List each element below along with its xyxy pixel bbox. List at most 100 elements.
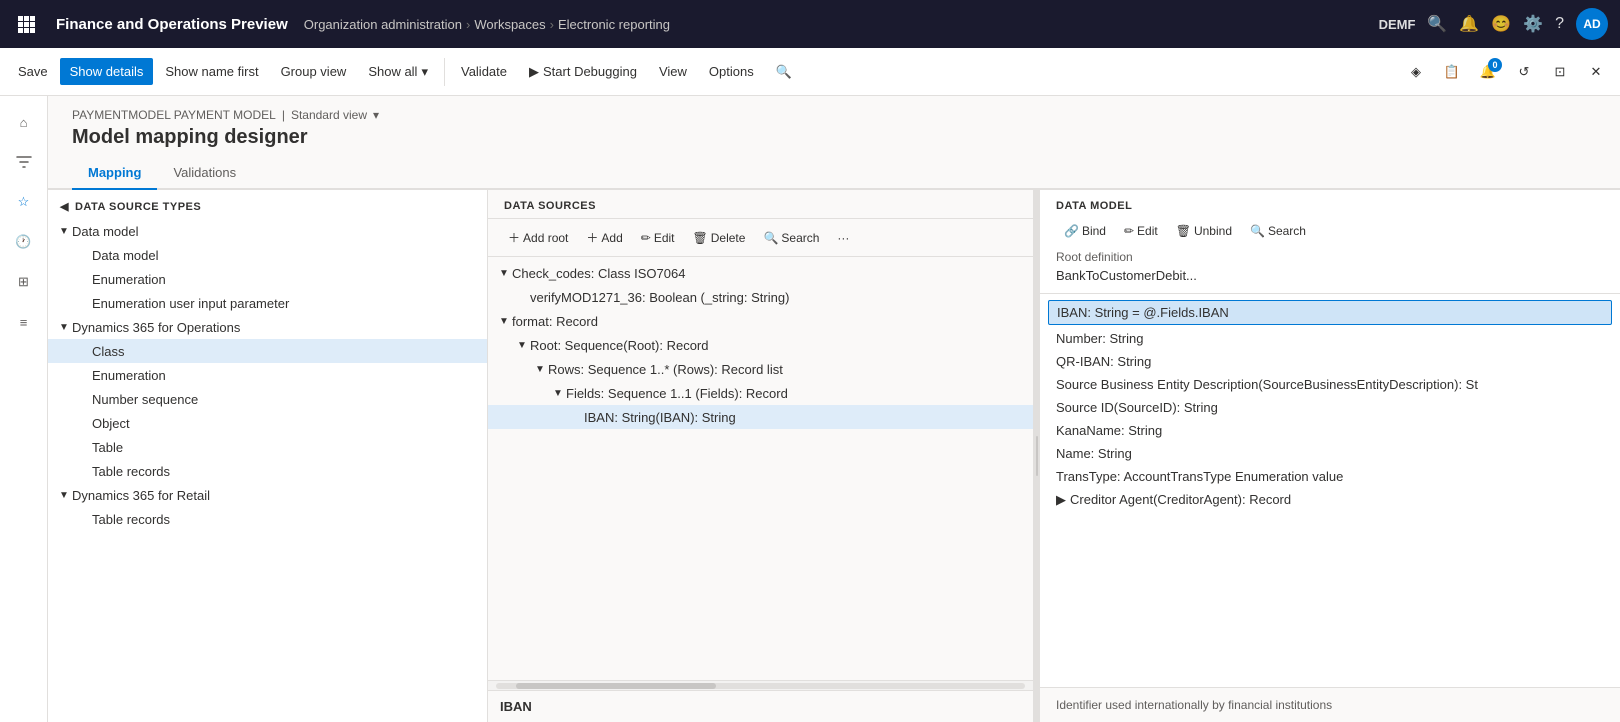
collapse-icon[interactable]: ◀	[60, 200, 69, 213]
datamodel-tree-item[interactable]: KanaName: String	[1040, 419, 1620, 442]
dm-expand-icon[interactable]: ▶	[1056, 492, 1066, 507]
expand-icon[interactable]: ▼	[550, 385, 566, 401]
edit-button[interactable]: ✏ Edit	[633, 227, 683, 249]
left-tree-item[interactable]: Data model	[48, 243, 487, 267]
side-nav-home[interactable]: ⌂	[6, 104, 42, 140]
datasource-tree-item[interactable]: ▼Rows: Sequence 1..* (Rows): Record list	[488, 357, 1033, 381]
view-chevron-icon[interactable]: ▾	[373, 108, 379, 122]
expand-icon[interactable]: ▼	[514, 337, 530, 353]
left-tree-item[interactable]: Object	[48, 411, 487, 435]
waffle-button[interactable]	[12, 10, 40, 38]
side-nav-star[interactable]: ☆	[6, 184, 42, 220]
toolbar-icon-2[interactable]: 📋	[1436, 56, 1468, 88]
dm-item-label: Name: String	[1056, 446, 1132, 461]
add-button[interactable]: ＋ Add	[578, 225, 630, 250]
datasource-tree-item[interactable]: verifyMOD1271_36: Boolean (_string: Stri…	[488, 285, 1033, 309]
left-tree-item[interactable]: Enumeration user input parameter	[48, 291, 487, 315]
breadcrumb-view[interactable]: Standard view	[291, 108, 367, 122]
settings-icon[interactable]: ⚙️	[1523, 14, 1543, 34]
show-all-button[interactable]: Show all ▾	[358, 58, 438, 86]
left-tree-item[interactable]: ▼Dynamics 365 for Retail	[48, 483, 487, 507]
breadcrumb-workspaces[interactable]: Workspaces	[474, 17, 545, 32]
tree-item-label: Table records	[92, 464, 475, 479]
content-area: PAYMENTMODEL PAYMENT MODEL | Standard vi…	[48, 96, 1620, 722]
bind-button[interactable]: 🔗 Bind	[1056, 220, 1114, 242]
search-datasource-button[interactable]: 🔍 Search	[755, 227, 827, 249]
side-nav-filter[interactable]	[6, 144, 42, 180]
breadcrumb-er[interactable]: Electronic reporting	[558, 17, 670, 32]
left-tree-item[interactable]: ▼Data model	[48, 219, 487, 243]
delete-button[interactable]: 🗑 Delete	[685, 227, 754, 249]
unbind-button[interactable]: 🗑 Unbind	[1168, 220, 1240, 242]
dm-item-label: Creditor Agent(CreditorAgent): Record	[1070, 492, 1291, 507]
show-name-first-button[interactable]: Show name first	[155, 58, 268, 85]
dm-selected-item[interactable]: IBAN: String = @.Fields.IBAN	[1048, 300, 1612, 325]
more-button[interactable]: ···	[829, 227, 857, 249]
save-button[interactable]: Save	[8, 58, 58, 85]
tab-mapping[interactable]: Mapping	[72, 157, 157, 190]
left-tree-item[interactable]: ▼Dynamics 365 for Operations	[48, 315, 487, 339]
show-details-button[interactable]: Show details	[60, 58, 154, 85]
datamodel-tree-item[interactable]: Source ID(SourceID): String	[1040, 396, 1620, 419]
side-nav-history[interactable]: 🕐	[6, 224, 42, 260]
datamodel-tree-item[interactable]: QR-IBAN: String	[1040, 350, 1620, 373]
expand-icon[interactable]: ▼	[56, 223, 72, 239]
datamodel-tree-item[interactable]: ▶ Creditor Agent(CreditorAgent): Record	[1040, 488, 1620, 512]
left-tree-item[interactable]: Table	[48, 435, 487, 459]
scroll-thumb	[516, 683, 716, 689]
datamodel-tree-item[interactable]: TransType: AccountTransType Enumeration …	[1040, 465, 1620, 488]
datasource-tree-item[interactable]: ▼Check_codes: Class ISO7064	[488, 261, 1033, 285]
view-button[interactable]: View	[649, 58, 697, 85]
datasource-tree-item[interactable]: ▼Fields: Sequence 1..1 (Fields): Record	[488, 381, 1033, 405]
side-nav-workspace[interactable]: ⊞	[6, 264, 42, 300]
search-nav-icon[interactable]: 🔍	[1427, 14, 1447, 34]
datasource-tree-item[interactable]: IBAN: String(IBAN): String	[488, 405, 1033, 429]
breadcrumb-org[interactable]: Organization administration	[304, 17, 462, 32]
tree-item-label: Table records	[92, 512, 475, 527]
left-tree-item[interactable]: Table records	[48, 459, 487, 483]
dm-search-button[interactable]: 🔍 Search	[1242, 220, 1314, 242]
user-avatar[interactable]: AD	[1576, 8, 1608, 40]
datasource-tree-item[interactable]: ▼format: Record	[488, 309, 1033, 333]
dm-edit-button[interactable]: ✏ Edit	[1116, 220, 1166, 242]
horizontal-scrollbar[interactable]	[488, 680, 1033, 690]
expand-icon[interactable]: ▼	[56, 487, 72, 503]
left-tree-item[interactable]: Enumeration	[48, 267, 487, 291]
toolbar-search-button[interactable]: 🔍	[766, 58, 802, 86]
options-button[interactable]: Options	[699, 58, 764, 85]
expand-icon[interactable]: ▼	[56, 319, 72, 335]
datamodel-header: DATA MODEL 🔗 Bind ✏ Edit 🗑 Unbind	[1040, 190, 1620, 293]
validate-button[interactable]: Validate	[451, 58, 517, 85]
expand-icon[interactable]: ▼	[532, 361, 548, 377]
expand-icon[interactable]: ▼	[496, 313, 512, 329]
toolbar-icon-4[interactable]: ↺	[1508, 56, 1540, 88]
help-icon[interactable]: ?	[1555, 15, 1564, 33]
toolbar-icon-5[interactable]: ⊡	[1544, 56, 1576, 88]
datasource-tree-item[interactable]: ▼Root: Sequence(Root): Record	[488, 333, 1033, 357]
breadcrumb-model[interactable]: PAYMENTMODEL PAYMENT MODEL	[72, 108, 276, 122]
left-tree-item[interactable]: Number sequence	[48, 387, 487, 411]
page-title: Model mapping designer	[72, 126, 1596, 149]
close-button[interactable]: ✕	[1580, 56, 1612, 88]
datamodel-tree-item[interactable]: Number: String	[1040, 327, 1620, 350]
left-tree-item[interactable]: Table records	[48, 507, 487, 531]
datamodel-tree-item[interactable]: Source Business Entity Description(Sourc…	[1040, 373, 1620, 396]
left-tree-item[interactable]: Enumeration	[48, 363, 487, 387]
start-debugging-button[interactable]: ▶ Start Debugging	[519, 58, 647, 86]
datasource-types-panel: ◀ DATA SOURCE TYPES ▼Data modelData mode…	[48, 190, 488, 722]
expand-icon[interactable]: ▼	[496, 265, 512, 281]
unbind-icon: 🗑	[1176, 224, 1191, 238]
datasource-item-label: IBAN: String(IBAN): String	[584, 410, 1021, 425]
tab-validations[interactable]: Validations	[157, 157, 252, 190]
toolbar-icon-3[interactable]: 🔔 0	[1472, 56, 1504, 88]
notification-icon[interactable]: 🔔	[1459, 14, 1479, 34]
side-nav-list[interactable]: ≡	[6, 304, 42, 340]
datamodel-tree-item[interactable]: Name: String	[1040, 442, 1620, 465]
left-tree-item[interactable]: Class	[48, 339, 487, 363]
add-root-button[interactable]: ＋ Add root	[500, 225, 576, 250]
tree-item-label: Number sequence	[92, 392, 475, 407]
datasources-toolbar: ＋ Add root ＋ Add ✏ Edit 🗑 Delete	[488, 219, 1033, 257]
smiley-icon[interactable]: 😊	[1491, 14, 1511, 34]
toolbar-icon-1[interactable]: ◈	[1400, 56, 1432, 88]
group-view-button[interactable]: Group view	[271, 58, 357, 85]
